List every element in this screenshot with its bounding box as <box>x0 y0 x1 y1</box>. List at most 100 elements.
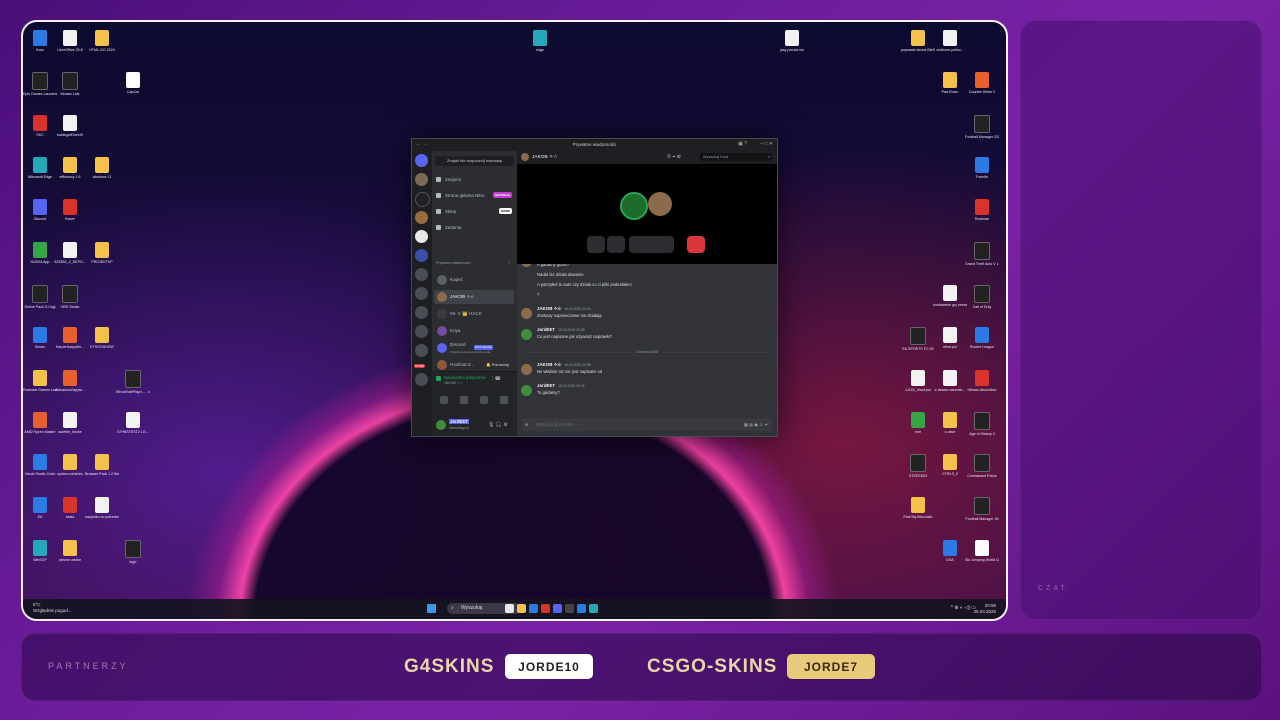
server-icon[interactable] <box>415 249 428 262</box>
desktop-icon[interactable]: EA <box>23 497 57 519</box>
desktop-icon[interactable]: Visual Studio Code <box>23 454 57 476</box>
message-author[interactable]: JAKOB ✧☆ 16.03.2026 20:44 <box>537 306 591 312</box>
desktop-icon[interactable]: Contraband Police <box>965 454 999 478</box>
desktop-icon[interactable]: rme <box>901 412 935 434</box>
desktop-icon[interactable]: CapCut <box>116 72 150 94</box>
server-icon[interactable] <box>415 211 428 224</box>
desktop-icon[interactable]: Mosaic Link <box>53 72 87 96</box>
desktop-icon[interactable]: LibreOffice 25.8 <box>53 30 87 52</box>
obs-icon[interactable] <box>565 604 574 613</box>
desktop-icon[interactable]: SKC <box>23 115 57 137</box>
server-icon[interactable] <box>415 230 428 243</box>
desktop-icon[interactable]: EA SPORTS FC 26 <box>901 327 935 351</box>
desktop-icon[interactable]: Browser Pack 1.2 Beta wersja <box>85 454 119 476</box>
system-tray[interactable]: ^ ⊕ ◐ ◁) ▭ <box>951 605 976 611</box>
app-icon[interactable] <box>577 604 586 613</box>
desktop-icon[interactable]: Rockstar Games Launcher <box>23 370 57 392</box>
nav-item[interactable]: Zadania <box>436 222 514 233</box>
desktop-icon[interactable]: edge <box>523 30 557 52</box>
desktop-icon[interactable]: surefire_fincke <box>53 412 87 434</box>
desktop-icon[interactable]: z-dewon-naumek... <box>933 370 967 392</box>
desktop-icon[interactable]: system-vehicles <box>53 454 87 476</box>
desktop-icon[interactable]: Grand Theft Auto V Legacy <box>965 242 999 266</box>
desktop-icon[interactable]: Ski Jumping World Cup <box>965 540 999 562</box>
header-actions-icons[interactable]: ✆ ⌖ ⊕ <box>667 154 681 160</box>
desktop-icon[interactable]: 5.FINSTEST2 LG... <box>116 412 150 434</box>
dm-item[interactable]: Koya <box>434 324 514 338</box>
server-icon[interactable] <box>415 373 428 386</box>
avatar[interactable] <box>521 264 532 267</box>
desktop-icon[interactable]: Brave <box>53 199 87 221</box>
desktop-icon[interactable]: ETHOSSHOW <box>85 327 119 349</box>
desktop-icon[interactable]: logo <box>116 540 150 564</box>
window-controls[interactable]: – □ ✕ <box>760 141 773 147</box>
message-author[interactable]: JAKOB ✧☆ 16.03.2026 20:58 <box>537 362 591 368</box>
desktop-icon[interactable]: OBS Studio <box>53 285 87 309</box>
mute-button[interactable] <box>587 236 605 253</box>
desktop-icon[interactable]: AMD Ryzen Master <box>23 412 57 434</box>
soundboard-icon[interactable] <box>500 396 508 404</box>
desktop-icon[interactable]: DSA <box>933 540 967 562</box>
desktop-icon[interactable]: Pad Rozm <box>933 72 967 94</box>
chrome-icon[interactable] <box>541 604 550 613</box>
share-activity-buttons[interactable] <box>629 236 674 253</box>
desktop-icon[interactable]: jasy poczta me <box>775 30 809 52</box>
noise-suppression-icon[interactable]: ⫶ ☎ <box>492 376 501 382</box>
search-input[interactable]: Wyszukaj Koot ⌕ <box>700 153 772 161</box>
app-icon[interactable] <box>589 604 598 613</box>
desktop-icon[interactable]: 9225B2_4_DEPO... <box>53 242 87 264</box>
camera-icon[interactable] <box>440 396 448 404</box>
desktop-icon[interactable]: hostingofDirectX <box>53 115 87 137</box>
desktop-icon[interactable]: HTML-GO 2024 <box>85 30 119 52</box>
camera-button[interactable] <box>607 236 625 253</box>
desktop-icon[interactable]: STEESS03 <box>901 454 935 478</box>
call-participant-avatar[interactable] <box>648 192 672 216</box>
desktop-icon[interactable]: Kosz <box>23 30 57 52</box>
composer-tools-icons[interactable]: ▦ ▤ ◉ ☺ ✦ <box>744 418 768 431</box>
taskbar-clock[interactable]: 20:55 30.03.2025 <box>973 603 996 615</box>
server-icon[interactable] <box>415 306 428 319</box>
desktop-icon[interactable]: AktualnosZapyta... <box>53 370 87 392</box>
desktop-icon[interactable]: KarperKarpyMo... <box>53 327 87 349</box>
weather-widget[interactable]: 5°C Względnie pogod... <box>33 602 72 614</box>
desktop-icon[interactable]: Age of History 3 <box>965 412 999 436</box>
server-icon[interactable] <box>415 287 428 300</box>
desktop-icon[interactable]: FiveObj-files-main <box>901 497 935 519</box>
server-icon[interactable] <box>415 268 428 281</box>
new-dm-icon[interactable]: + <box>508 261 510 265</box>
desktop-icon[interactable]: CTRLS_2 <box>933 454 967 476</box>
desktop-icon[interactable]: Online Pack S.Csgi <box>23 285 57 309</box>
desktop-icon[interactable]: Football Manager 2024 <box>965 115 999 139</box>
desktop-icon[interactable]: NVIDIA App <box>23 242 57 264</box>
nav-item[interactable]: Znajomi <box>436 174 514 185</box>
desktop-icon[interactable]: EthosRolePlay.n... - kopia <box>116 370 150 394</box>
find-conversation-button[interactable]: Znajdź lub rozpocznij rozmowę <box>435 156 514 166</box>
dm-item[interactable]: JAKOB ✧☆ <box>434 290 514 304</box>
desktop-icon[interactable]: Counter-Strike 2 <box>965 72 999 94</box>
server-icon[interactable] <box>415 173 428 186</box>
message-input[interactable]: ⊕ Wyślij do @JAKOB ✧☆ ▦ ▤ ◉ ☺ ✦ <box>522 418 772 431</box>
home-icon[interactable] <box>415 154 428 167</box>
call-participant-avatar[interactable] <box>620 192 648 220</box>
desktop-icon[interactable]: Microsoft Edge <box>23 157 57 179</box>
desktop-icon[interactable]: WinSCP <box>23 540 57 562</box>
desktop-icon[interactable]: Rocket League <box>965 327 999 349</box>
desktop-icon[interactable]: Hitman Absolution <box>965 370 999 392</box>
desktop-icon[interactable]: Rockstar <box>965 199 999 221</box>
message-author[interactable]: JordEET 16.03.2026 20:46 <box>537 383 584 388</box>
dm-item[interactable]: Hoolicat Z... 🔔 Pomachaj <box>434 358 514 372</box>
server-icon[interactable] <box>415 192 430 207</box>
dm-item[interactable]: Discord OFICJALNE Oficjalna wiadomość Disc… <box>434 341 514 355</box>
desktop-icon[interactable]: Football Manager 26 <box>965 497 999 521</box>
discord-icon[interactable] <box>553 604 562 613</box>
desktop-icon[interactable]: c1102_efoot.pol <box>901 370 935 392</box>
mic-headset-settings-icons[interactable]: 🎙 🎧 ⚙ <box>488 422 508 428</box>
avatar[interactable] <box>521 329 532 340</box>
desktop-icon[interactable]: efoot.pol <box>933 327 967 349</box>
nav-item[interactable]: Strona główna Nitro NADZIEJA <box>436 190 514 201</box>
nav-item[interactable]: Sklep NOWE <box>436 206 514 217</box>
dm-item[interactable]: Kapeć <box>434 273 514 287</box>
avatar[interactable] <box>521 308 532 319</box>
server-icon[interactable] <box>415 325 428 338</box>
desktop-icon[interactable]: efficiency 1.6 <box>53 157 87 179</box>
